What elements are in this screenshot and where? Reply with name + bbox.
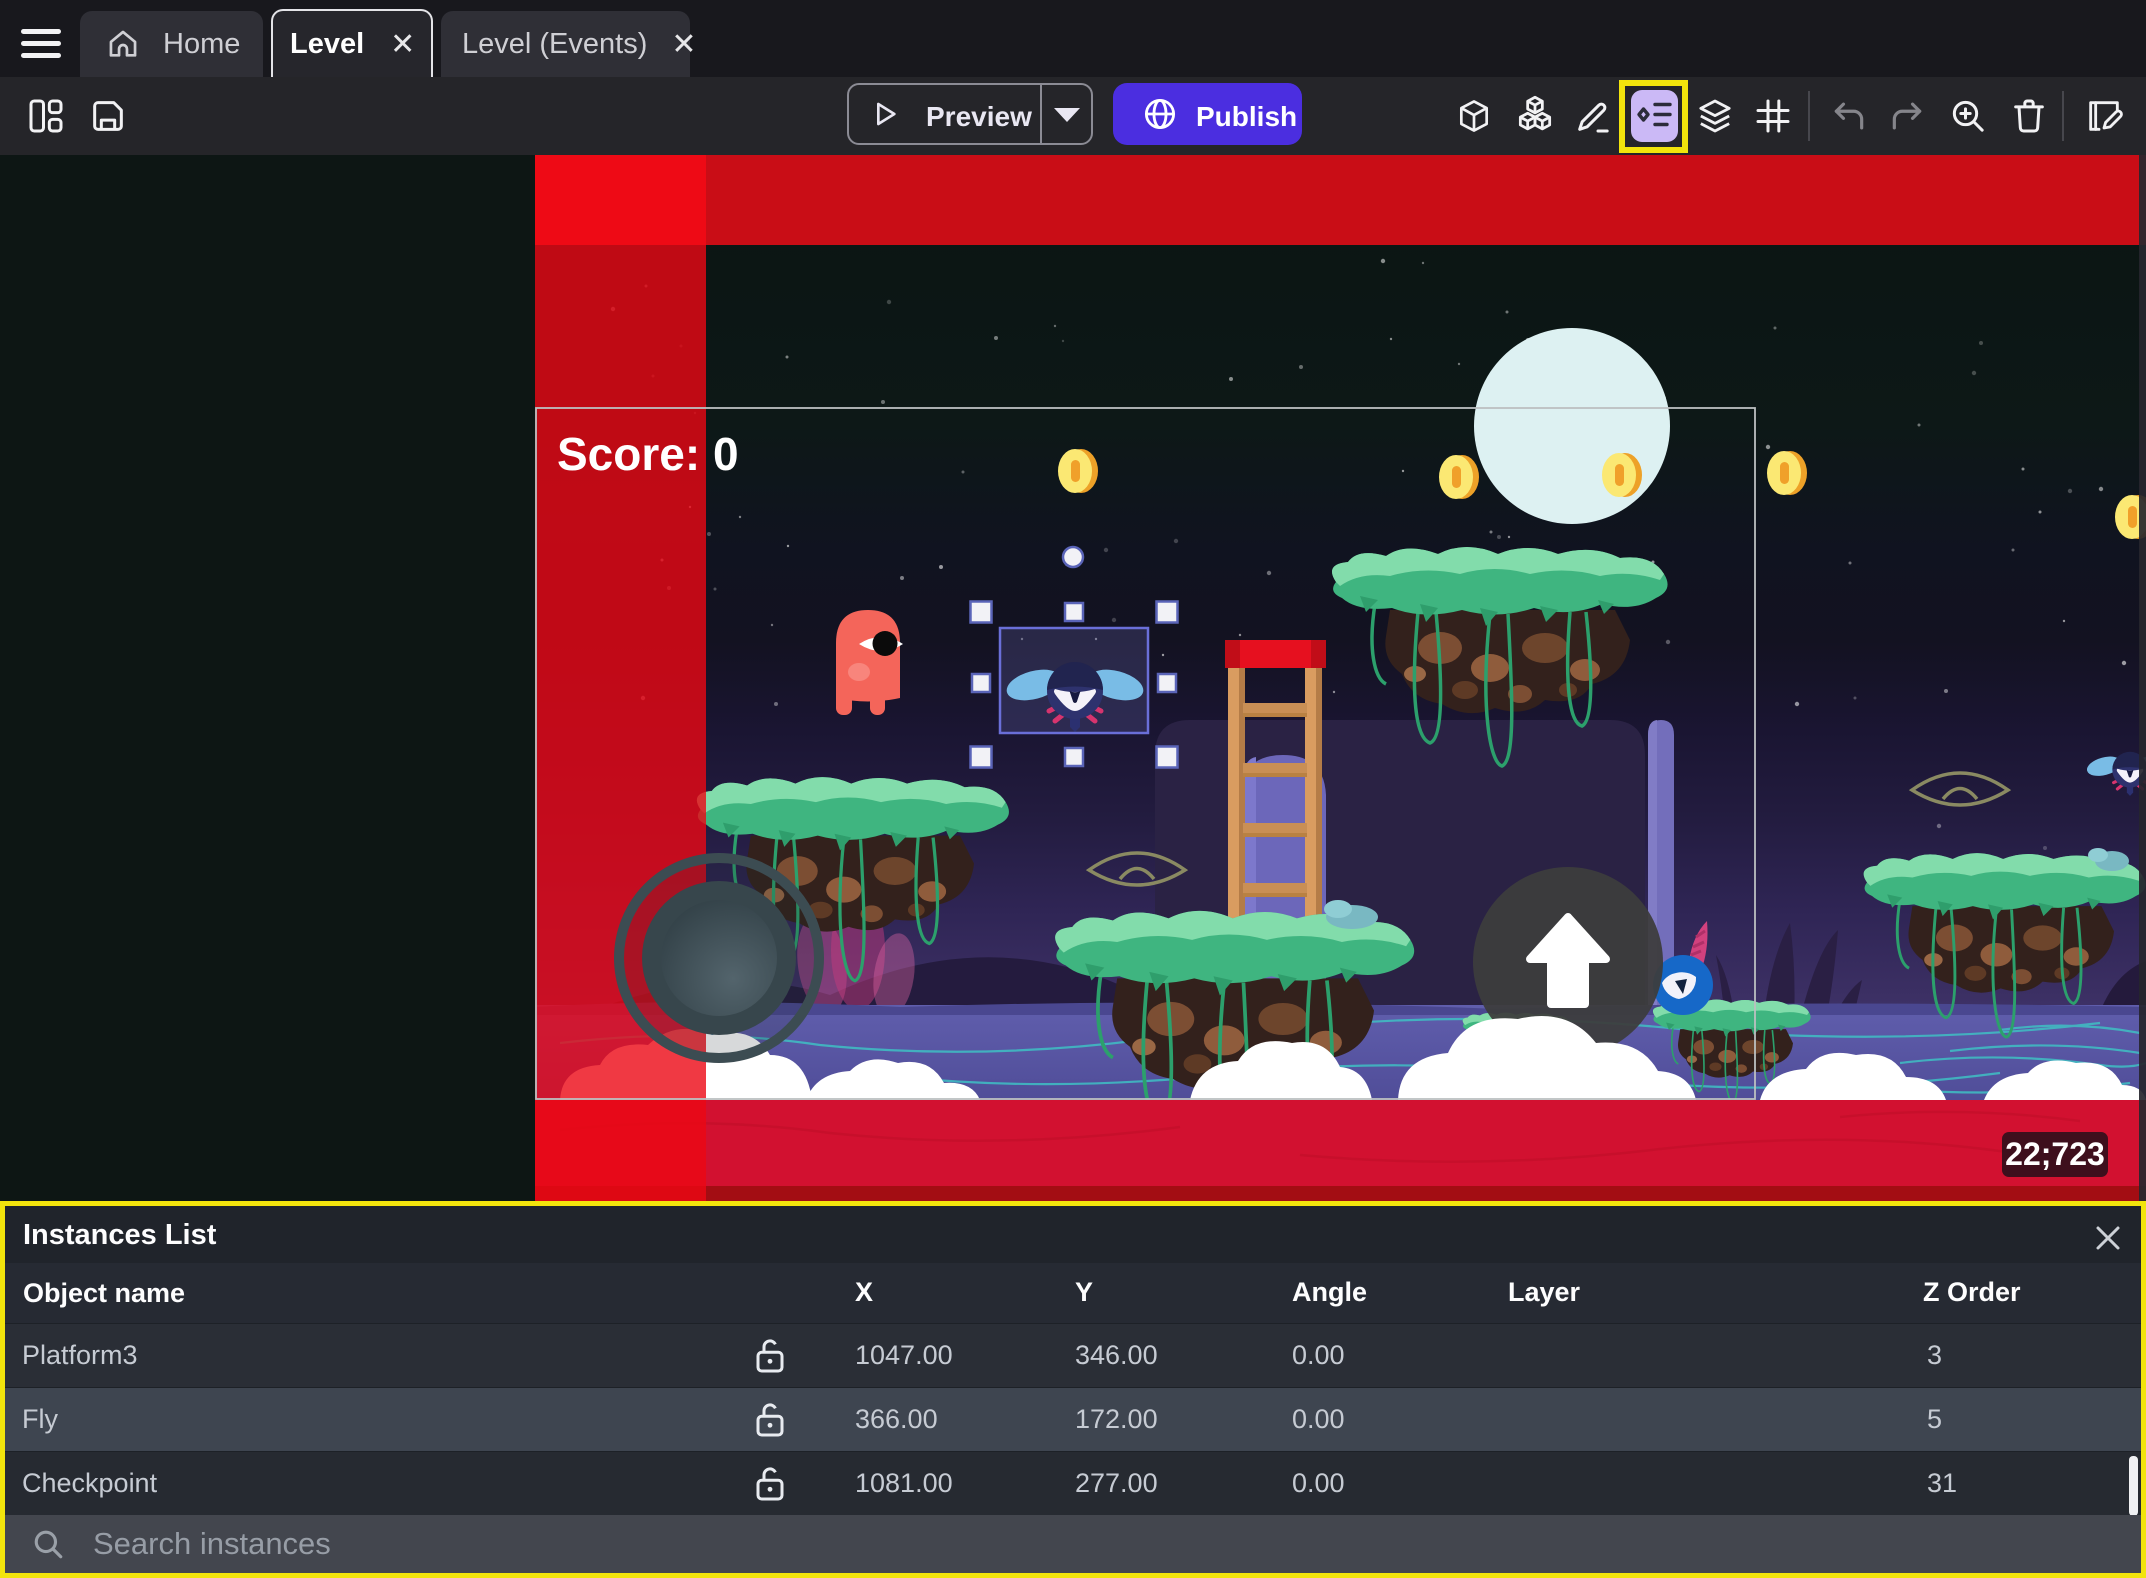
svg-text:Score: 0: Score: 0 xyxy=(557,428,739,480)
svg-text:22;723: 22;723 xyxy=(2005,1136,2105,1172)
